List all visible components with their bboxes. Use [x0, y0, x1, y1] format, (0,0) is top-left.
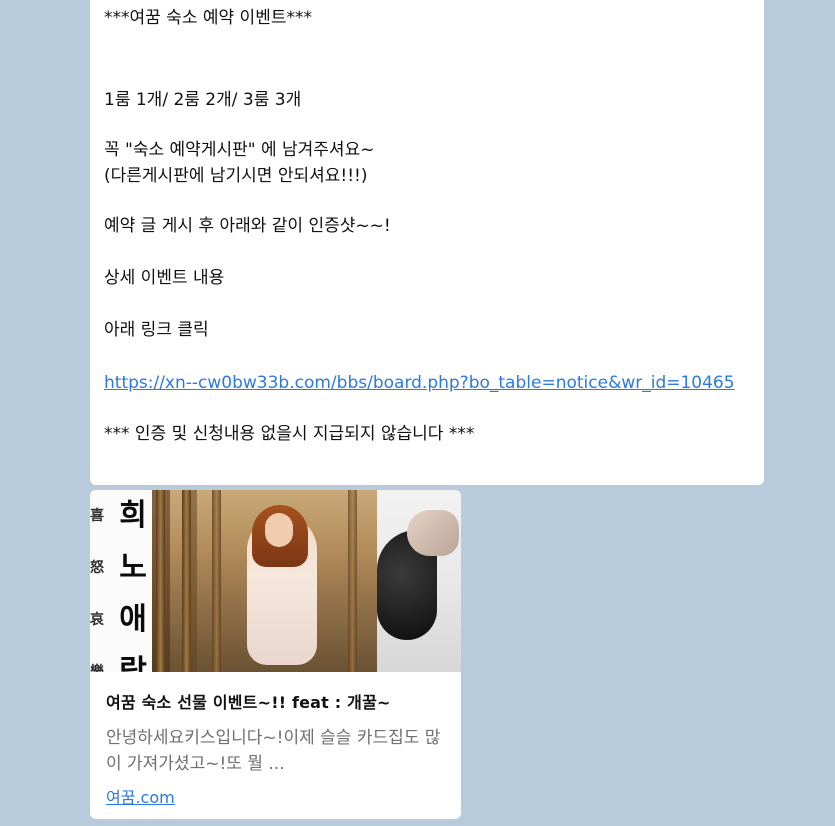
- calligraphy-char: 怒: [90, 560, 104, 576]
- preview-thumbnail[interactable]: 喜怒哀樂 희노애락: [90, 490, 461, 672]
- disclaimer-line: *** 인증 및 신청내용 없을시 지급되지 않습니다 ***: [104, 424, 475, 444]
- preview-description: 안녕하세요키스입니다~!이제 슬슬 카드집도 많이 가져가셨고~!또 뭘 ...: [106, 728, 441, 774]
- woman-face: [407, 510, 459, 556]
- message-bubble[interactable]: ***여꿈 숙소 예약 이벤트*** 1룸 1개/ 2룸 2개/ 3룸 3개 꼭…: [90, 0, 764, 485]
- calligraphy-char: 희: [119, 498, 147, 533]
- event-link[interactable]: https://xn--cw0bw33b.com/bbs/board.php?b…: [104, 371, 735, 395]
- reclining-woman-photo: [377, 490, 461, 672]
- proof-shot-line: 예약 글 게시 후 아래와 같이 인증샷~~!: [104, 216, 391, 236]
- link-preview-card[interactable]: 喜怒哀樂 희노애락 여꿈 숙소 선물 이벤트~!! feat : 개꿀~ 안녕하…: [90, 490, 461, 819]
- calligraphy-side-text: 喜怒哀樂: [90, 490, 104, 672]
- calligraphy-char: 喜: [90, 508, 104, 524]
- calligraphy-char: 樂: [90, 664, 104, 672]
- click-link-line: 아래 링크 클릭: [104, 320, 209, 340]
- preview-site-link[interactable]: 여꿈.com: [106, 784, 175, 808]
- woman-photo: [152, 490, 377, 672]
- bamboo-stalk: [182, 490, 191, 672]
- board-instruction-line: 꼭 "숙소 예약게시판" 에 남겨주셔요~: [104, 140, 375, 160]
- room-count-line: 1룸 1개/ 2룸 2개/ 3룸 3개: [104, 90, 302, 110]
- bamboo-stalk: [156, 490, 165, 672]
- calligraphy-char: 애: [119, 602, 147, 637]
- bamboo-stalk: [212, 490, 221, 672]
- calligraphy-panel: 喜怒哀樂 희노애락: [90, 490, 152, 672]
- calligraphy-main-text: 희노애락: [114, 490, 152, 672]
- event-title-line: ***여꿈 숙소 예약 이벤트***: [104, 8, 312, 28]
- board-warning-line: (다른게시판에 남기시면 안되셔요!!!): [104, 166, 368, 186]
- chat-area: ***여꿈 숙소 예약 이벤트*** 1룸 1개/ 2룸 2개/ 3룸 3개 꼭…: [0, 0, 835, 826]
- bamboo-stalk: [348, 490, 357, 672]
- calligraphy-char: 哀: [90, 612, 104, 628]
- calligraphy-char: 노: [119, 550, 147, 585]
- preview-title[interactable]: 여꿈 숙소 선물 이벤트~!! feat : 개꿀~: [106, 689, 391, 713]
- calligraphy-char: 락: [119, 654, 147, 672]
- woman-face: [265, 513, 293, 547]
- details-heading-line: 상세 이벤트 내용: [104, 268, 225, 288]
